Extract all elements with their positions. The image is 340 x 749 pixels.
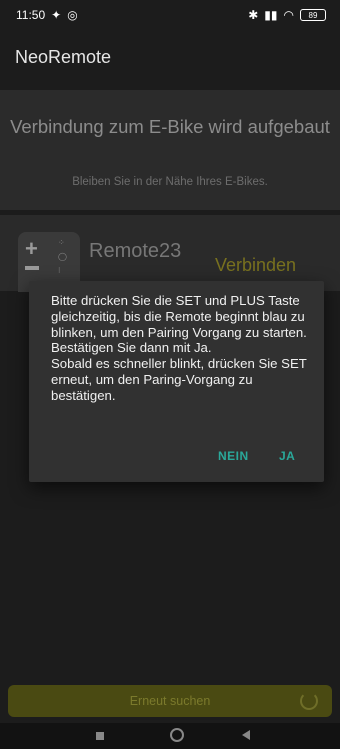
connection-subtitle: Bleiben Sie in der Nähe Ihres E-Bikes. [72, 176, 268, 188]
search-again-label: Erneut suchen [129, 694, 211, 708]
dialog-message: Bitte drücken Sie die SET und PLUS Taste… [51, 293, 307, 403]
back-icon[interactable] [242, 730, 250, 740]
bluetooth-icon: ✱ [248, 8, 259, 22]
wifi-icon: ◠ [283, 8, 294, 22]
notification-icon: ✦ [51, 8, 62, 22]
connection-status-panel: Verbindung zum E-Bike wird aufgebaut Ble… [0, 90, 340, 210]
recent-apps-icon[interactable] [96, 732, 104, 740]
device-name: Remote23 [89, 240, 182, 262]
battery-icon: 89 [300, 9, 326, 21]
status-bar: 11:50 ✦ ◎ ✱ ▮▮ ◠ 89 [0, 0, 340, 30]
connection-title: Verbindung zum E-Bike wird aufgebaut [10, 116, 330, 137]
navigation-bar [0, 723, 340, 749]
app-bar: NeoRemote [0, 30, 340, 85]
search-again-button[interactable]: Erneut suchen [8, 685, 332, 717]
signal-icon: ▮▮ [264, 8, 278, 22]
status-time: 11:50 [16, 8, 46, 22]
cast-icon: ◎ [67, 8, 78, 22]
home-icon[interactable] [170, 728, 184, 742]
pairing-dialog: Bitte drücken Sie die SET und PLUS Taste… [29, 281, 324, 482]
device-card[interactable]: + ⁘ ◯ ⁝ Remote23 Verbinden [0, 215, 340, 304]
yes-button[interactable]: JA [279, 449, 295, 463]
connect-button[interactable]: Verbinden [215, 255, 296, 276]
refresh-icon [300, 692, 318, 710]
no-button[interactable]: NEIN [218, 449, 249, 463]
app-title: NeoRemote [15, 47, 112, 67]
